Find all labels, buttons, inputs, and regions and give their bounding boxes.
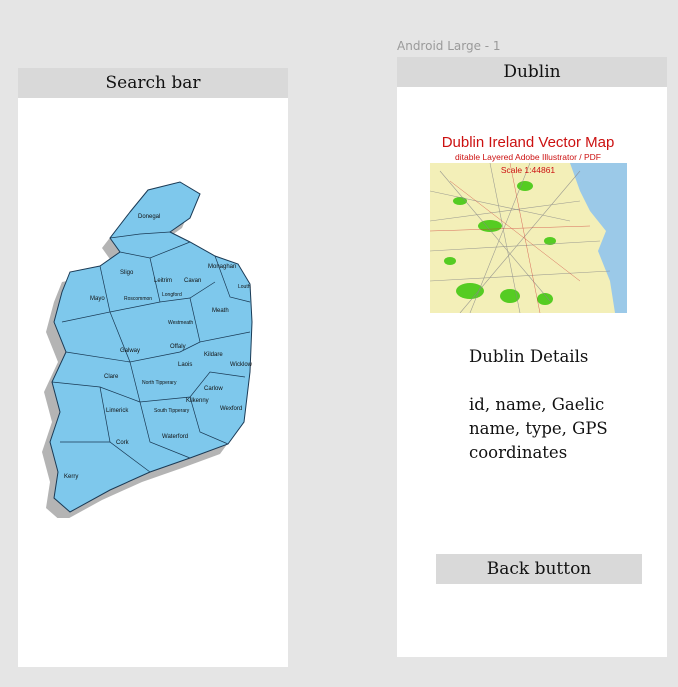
county-label: Donegal: [138, 214, 160, 220]
county-label: Kilkenny: [186, 398, 209, 404]
county-label: Clare: [104, 374, 119, 380]
county-label: Cork: [116, 440, 130, 446]
map-image-title: Dublin Ireland Vector Map: [442, 134, 615, 151]
county-label: North Tipperary: [142, 380, 177, 386]
county-label: Offaly: [170, 344, 186, 350]
county-label: Monaghan: [208, 264, 236, 270]
county-label: Laois: [178, 362, 192, 368]
dublin-map-image: Dublin Ireland Vector Map ditable Layere…: [430, 131, 627, 313]
county-label: Westmeath: [168, 320, 193, 326]
county-label: Cavan: [184, 278, 201, 284]
county-label: Limerick: [106, 408, 129, 414]
county-label: Mayo: [90, 296, 105, 302]
county-label: Wexford: [220, 406, 242, 412]
search-bar[interactable]: Search bar: [18, 68, 288, 98]
county-label: Galway: [120, 348, 140, 354]
details-title: Dublin Details: [469, 347, 589, 366]
county-label: Leitrim: [154, 278, 172, 284]
county-label: South Tipperary: [154, 408, 190, 414]
county-label: Roscommon: [124, 296, 152, 302]
county-label: Kerry: [64, 474, 78, 480]
frame-label: Android Large - 1: [397, 39, 501, 53]
county-label: Meath: [212, 308, 229, 314]
county-label: Carlow: [204, 386, 223, 392]
county-label: Sligo: [120, 270, 134, 276]
county-label: Kildare: [204, 352, 223, 358]
ireland-county-map[interactable]: Donegal Sligo Leitrim Cavan Monaghan May…: [40, 172, 258, 518]
county-label: Wicklow: [230, 362, 253, 368]
details-fields: id, name, Gaelic name, type, GPS coordin…: [469, 395, 608, 462]
county-label: Waterford: [162, 434, 188, 440]
map-image-scale: Scale 1:44861: [501, 165, 556, 175]
back-button[interactable]: Back button: [436, 554, 642, 584]
county-label: Longford: [162, 292, 182, 298]
map-image-subtitle: ditable Layered Adobe Illustrator / PDF: [455, 152, 601, 162]
county-label: Louth: [238, 284, 251, 290]
right-screen: Dublin Dublin Ireland Vector Map ditable…: [397, 57, 667, 657]
title-bar: Dublin: [397, 57, 667, 87]
left-screen: Search bar Donegal Sligo Leitrim Cavan M…: [18, 68, 288, 667]
